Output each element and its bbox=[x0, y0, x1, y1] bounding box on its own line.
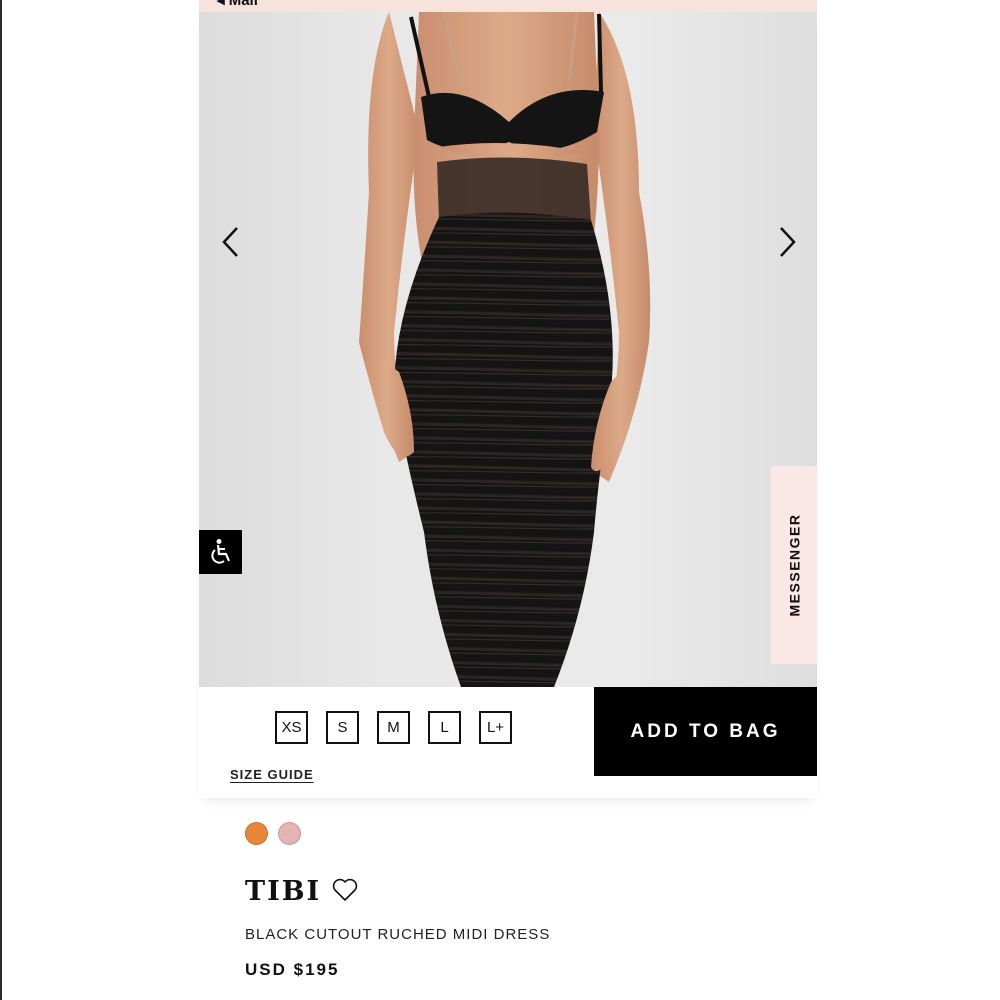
brand-row: TIBI bbox=[245, 876, 359, 907]
size-option-s[interactable]: S bbox=[326, 711, 359, 744]
messenger-label: MESSENGER bbox=[786, 513, 802, 617]
left-border bbox=[0, 0, 2, 1000]
size-guide-link[interactable]: SIZE GUIDE bbox=[230, 767, 314, 782]
size-option-l[interactable]: L bbox=[428, 711, 461, 744]
next-image-button[interactable] bbox=[767, 222, 807, 262]
product-price: USD $195 bbox=[245, 960, 340, 979]
color-swatch-pink[interactable] bbox=[278, 822, 301, 845]
wheelchair-icon bbox=[210, 539, 230, 564]
product-card: MESSENGER XS S M L L+ SIZE GUIDE ADD TO … bbox=[199, 12, 817, 798]
accessibility-button[interactable] bbox=[199, 530, 242, 574]
size-option-xs[interactable]: XS bbox=[275, 711, 308, 744]
chevron-right-icon bbox=[780, 227, 796, 257]
chevron-left-icon bbox=[222, 227, 238, 257]
wishlist-button[interactable] bbox=[331, 876, 359, 904]
heart-icon bbox=[332, 878, 358, 901]
size-selector: XS S M L L+ bbox=[275, 711, 512, 744]
size-option-l-plus[interactable]: L+ bbox=[479, 711, 512, 744]
color-swatches bbox=[245, 822, 301, 845]
back-to-mail-link[interactable]: ◂ Mail bbox=[217, 0, 258, 9]
previous-image-button[interactable] bbox=[211, 222, 251, 262]
product-page: ◂ Mail MESSENGER XS S M L L+ SIZE GUIDE … bbox=[0, 0, 1000, 1000]
product-name: BLACK CUTOUT RUCHED MIDI DRESS bbox=[245, 926, 551, 943]
brand-name[interactable]: TIBI bbox=[245, 876, 321, 907]
size-option-m[interactable]: M bbox=[377, 711, 410, 744]
messenger-tab[interactable]: MESSENGER bbox=[771, 466, 817, 664]
product-image-carousel[interactable]: MESSENGER bbox=[199, 12, 817, 687]
top-bar: ◂ Mail bbox=[199, 0, 817, 12]
product-image bbox=[359, 12, 651, 687]
color-swatch-orange[interactable] bbox=[245, 822, 268, 845]
add-to-bag-button[interactable]: ADD TO BAG bbox=[594, 687, 817, 776]
